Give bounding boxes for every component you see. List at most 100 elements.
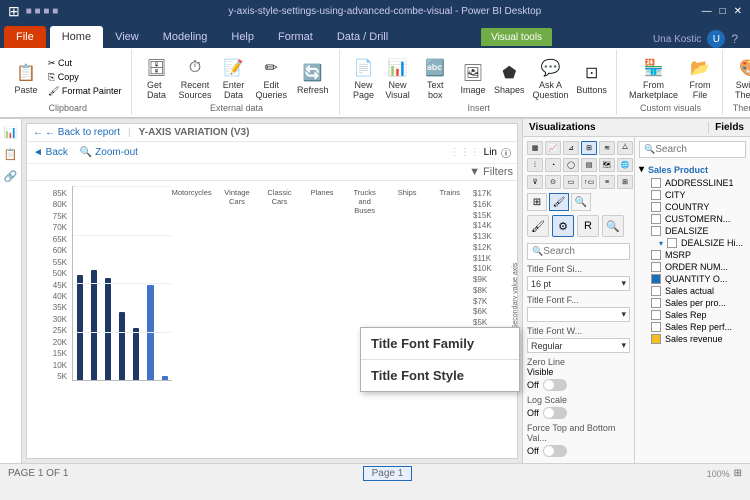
bars-area: [72, 186, 172, 381]
tooltip-font-style[interactable]: Title Font Style: [361, 360, 519, 391]
tab-home[interactable]: Home: [50, 26, 103, 48]
shapes-button[interactable]: ⬟ Shapes: [491, 59, 528, 97]
fields-search[interactable]: 🔍: [639, 141, 746, 158]
quantity-o-checkbox[interactable]: [651, 274, 661, 284]
viz-icon-line[interactable]: 📈: [545, 141, 561, 155]
copy-button[interactable]: ⎘ Copy: [44, 71, 125, 84]
customern-checkbox[interactable]: [651, 214, 661, 224]
viz-icon-ribbon[interactable]: ≋: [599, 141, 615, 155]
tab-view[interactable]: View: [103, 26, 151, 48]
paint-icon-2[interactable]: ⚙: [552, 215, 574, 237]
sales-rep-checkbox[interactable]: [651, 310, 661, 320]
viz-icon-gauge[interactable]: ⊙: [545, 175, 561, 189]
order-num-checkbox[interactable]: [651, 262, 661, 272]
nav-report-icon[interactable]: 📊: [2, 123, 20, 141]
bar-ships-light: [147, 285, 153, 380]
tooltip-font-family[interactable]: Title Font Family: [361, 328, 519, 360]
buttons-button[interactable]: ⊡ Buttons: [573, 59, 610, 97]
maximize-btn[interactable]: □: [720, 6, 726, 17]
dealsize-checkbox[interactable]: [651, 226, 661, 236]
tab-data-drill[interactable]: Data / Drill: [325, 26, 400, 48]
fields-panel: 🔍 ▾ Sales Product ADDRESSLINE1 CITY: [635, 137, 750, 463]
font-weight-value[interactable]: Regular ▾: [527, 338, 630, 353]
font-size-value[interactable]: 16 pt ▾: [527, 276, 630, 291]
sales-actual-checkbox[interactable]: [651, 286, 661, 296]
tab-modeling[interactable]: Modeling: [151, 26, 220, 48]
addressline1-checkbox[interactable]: [651, 178, 661, 188]
city-checkbox[interactable]: [651, 190, 661, 200]
image-button[interactable]: 🖼 Image: [457, 59, 489, 97]
sales-per-pro-checkbox[interactable]: [651, 298, 661, 308]
zero-line-toggle-btn[interactable]: [543, 379, 567, 391]
zoom-fit-btn[interactable]: ⊞: [734, 468, 742, 479]
sales-product-section-header[interactable]: ▾ Sales Product: [639, 162, 746, 177]
viz-icon-scatter[interactable]: ⁞: [527, 158, 543, 172]
info-icon[interactable]: ⓘ: [501, 145, 511, 160]
paint-icon-1[interactable]: 🖌: [527, 215, 549, 237]
country-checkbox[interactable]: [651, 202, 661, 212]
viz-icon-map[interactable]: 🗺: [599, 158, 615, 172]
force-top-toggle-btn[interactable]: [543, 445, 567, 457]
viz-icon-kpi[interactable]: ↑▭: [581, 175, 597, 189]
msrp-checkbox[interactable]: [651, 250, 661, 260]
sales-revenue-checkbox[interactable]: [651, 334, 661, 344]
get-data-button[interactable]: 🗄 GetData: [140, 54, 172, 102]
viz-icon-card[interactable]: ▭: [563, 175, 579, 189]
nav-model-icon[interactable]: 🔗: [2, 167, 20, 185]
cut-button[interactable]: ✂ Cut: [44, 57, 125, 70]
text-box-button[interactable]: 🔤 Text box: [416, 54, 455, 102]
fields-toggle-btn[interactable]: ⊞: [527, 193, 547, 211]
viz-icon-table[interactable]: ⊞: [617, 175, 633, 189]
new-page-button[interactable]: 📄 NewPage: [348, 54, 380, 102]
viz-icon-treemap[interactable]: ▤: [581, 158, 597, 172]
dealsize-hi-checkbox[interactable]: [667, 238, 677, 248]
fields-search-input[interactable]: [655, 144, 741, 155]
paste-button[interactable]: 📋 Paste: [10, 59, 42, 97]
viz-search[interactable]: 🔍: [527, 243, 630, 260]
format-toggle-btn[interactable]: 🖌: [549, 193, 569, 211]
from-file-button[interactable]: 📂 FromFile: [684, 54, 716, 102]
viz-icon-funnel[interactable]: ⊽: [527, 175, 543, 189]
new-visual-button[interactable]: 📊 NewVisual: [382, 54, 414, 102]
close-btn[interactable]: ✕: [734, 6, 742, 17]
viz-icon-waterfall[interactable]: ⧊: [617, 141, 633, 155]
recent-sources-button[interactable]: ⏱ RecentSources: [174, 54, 215, 102]
font-family-value[interactable]: ▾: [527, 307, 630, 322]
ask-question-button[interactable]: 💬 Ask AQuestion: [530, 54, 572, 102]
viz-icon-pie[interactable]: ◔: [545, 158, 561, 172]
enter-data-button[interactable]: 📝 EnterData: [217, 54, 249, 102]
analytics-toggle-btn[interactable]: 🔍: [571, 193, 591, 211]
log-scale-toggle-btn[interactable]: [543, 407, 567, 419]
viz-icon-donut[interactable]: ◯: [563, 158, 579, 172]
edit-queries-button[interactable]: ✏ EditQueries: [251, 54, 291, 102]
back-to-report-button[interactable]: ← ← Back to report: [33, 127, 120, 138]
viz-icon-slicer[interactable]: ≡: [599, 175, 615, 189]
get-data-icon: 🗄: [144, 56, 168, 80]
zoom-out-button[interactable]: 🔍 Zoom-out: [80, 147, 138, 158]
from-marketplace-button[interactable]: 🏪 FromMarketplace: [625, 54, 682, 102]
viz-icon-area[interactable]: ⊿: [563, 141, 579, 155]
viz-icon-globe[interactable]: 🌐: [617, 158, 633, 172]
switch-theme-button[interactable]: 🎨 SwitchTheme: [731, 54, 750, 102]
sales-rep-perf-checkbox[interactable]: [651, 322, 661, 332]
minimize-btn[interactable]: —: [702, 6, 712, 17]
tab-format[interactable]: Format: [266, 26, 325, 48]
user-avatar[interactable]: U: [707, 30, 725, 48]
help-icon[interactable]: ?: [731, 32, 738, 46]
viz-search-input[interactable]: [543, 246, 625, 257]
back-nav-button[interactable]: ◄ Back: [33, 147, 68, 158]
viz-icon-bar[interactable]: ▦: [527, 141, 543, 155]
paint-icon-3[interactable]: R: [577, 215, 599, 237]
tab-file[interactable]: File: [4, 26, 46, 48]
nav-data-icon[interactable]: 📋: [2, 145, 20, 163]
viz-icon-combo[interactable]: ⊞: [581, 141, 597, 155]
field-msrp: MSRP: [639, 249, 746, 261]
refresh-button[interactable]: 🔄 Refresh: [293, 59, 333, 97]
tab-help[interactable]: Help: [219, 26, 266, 48]
window-controls[interactable]: — □ ✕: [702, 6, 742, 17]
format-painter-button[interactable]: 🖌 Format Painter: [44, 85, 125, 98]
paint-icon-4[interactable]: 🔍: [602, 215, 624, 237]
filter-icon[interactable]: ▼ Filters: [469, 166, 513, 178]
page-tab-1[interactable]: Page 1: [363, 466, 413, 481]
bar-vintage-cars: [91, 270, 97, 380]
